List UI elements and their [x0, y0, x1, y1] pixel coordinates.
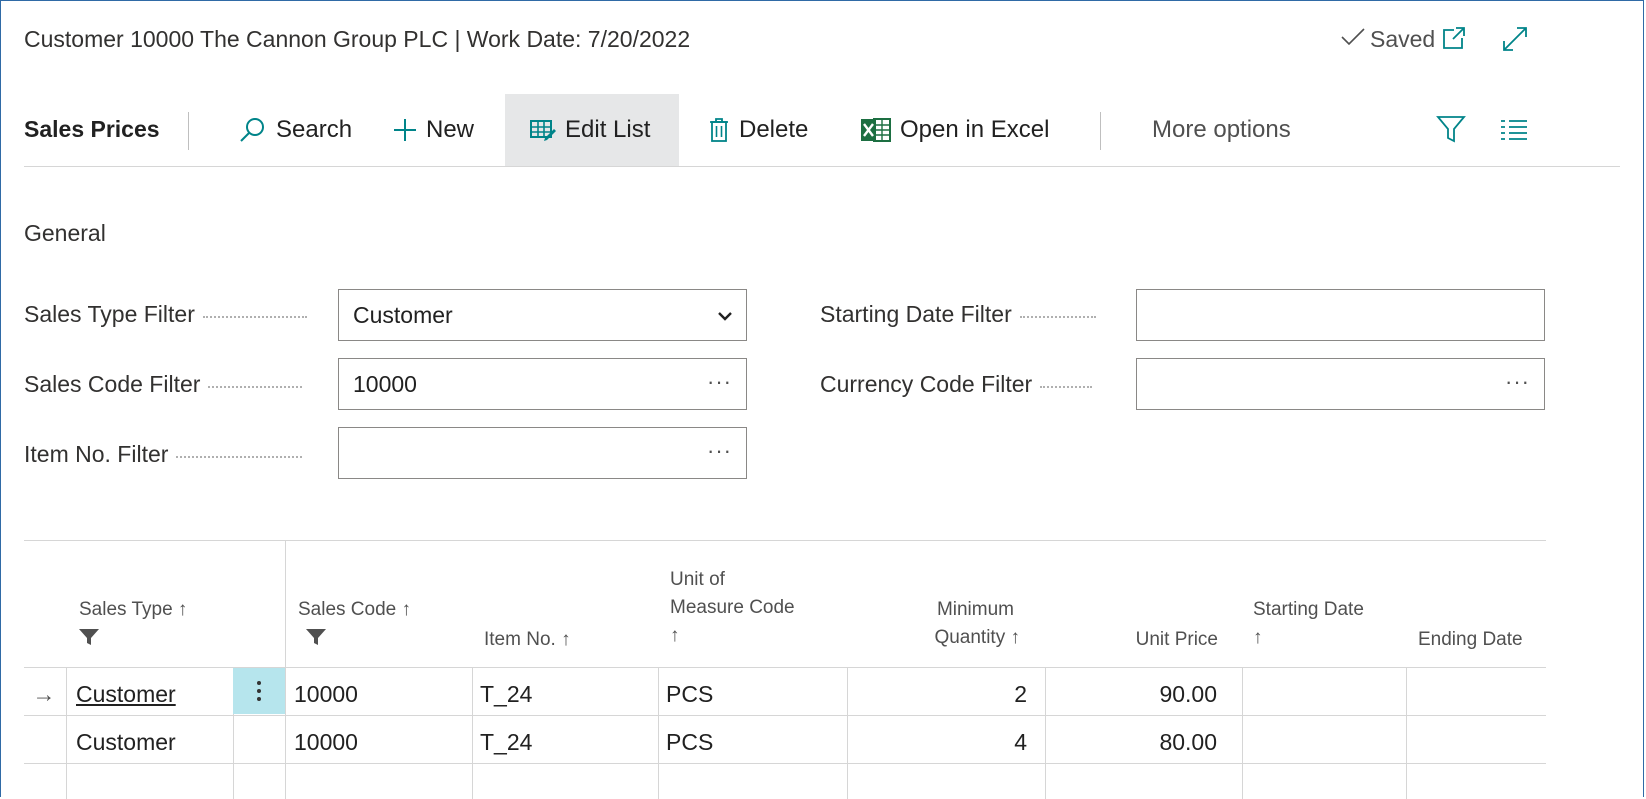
column-header-sales-code[interactable]: Sales Code ↑	[298, 596, 411, 645]
column-header-item-no[interactable]: Item No. ↑	[484, 626, 571, 654]
page-caption: Customer 10000 The Cannon Group PLC | Wo…	[24, 26, 691, 52]
cell-item-no[interactable]: T_24	[480, 668, 532, 716]
search-icon	[238, 115, 268, 145]
column-header-ending-date[interactable]: Ending Date	[1418, 626, 1523, 654]
sales-code-filter-label: Sales Code Filter	[24, 371, 303, 398]
action-bar-divider	[24, 166, 1620, 167]
open-in-excel-button[interactable]: Open in Excel	[860, 94, 1049, 166]
action-bar: Sales Prices Search New Edit List Delete…	[0, 94, 1620, 167]
cell-sales-code[interactable]: 10000	[294, 716, 358, 764]
column-filter-icon	[79, 626, 99, 654]
starting-date-filter-input[interactable]	[1136, 289, 1545, 341]
more-options-button[interactable]: More options	[1152, 116, 1291, 144]
item-no-filter-input[interactable]: ···	[338, 427, 747, 479]
saved-status: Saved	[1340, 26, 1435, 53]
column-header-sales-type[interactable]: Sales Type ↑	[79, 596, 187, 645]
plus-icon	[392, 117, 418, 143]
lookup-ellipsis-icon[interactable]: ···	[707, 369, 732, 395]
table-row[interactable]: → Customer 10000 T_24 PCS 2 90.00	[24, 668, 1546, 716]
cell-unit-price[interactable]: 80.00	[1045, 716, 1217, 764]
row-indicator	[24, 716, 64, 764]
cell-item-no[interactable]: T_24	[480, 716, 532, 764]
item-no-filter-label: Item No. Filter	[24, 441, 303, 468]
cell-unit-of-measure[interactable]: PCS	[666, 668, 713, 716]
divider	[1100, 112, 1101, 150]
cell-minimum-quantity[interactable]: 2	[847, 668, 1027, 716]
trash-icon	[707, 116, 731, 144]
sales-type-filter-select[interactable]: Customer	[338, 289, 747, 341]
saved-label: Saved	[1370, 26, 1436, 52]
column-filter-icon	[306, 626, 326, 654]
excel-icon	[860, 116, 892, 144]
cell-sales-code[interactable]: 10000	[294, 668, 358, 716]
checkmark-icon	[1340, 26, 1366, 53]
list-view-icon[interactable]	[1500, 118, 1528, 145]
expand-icon[interactable]	[1500, 24, 1530, 59]
sales-code-filter-input[interactable]: 10000 ···	[338, 358, 747, 410]
search-button[interactable]: Search	[238, 94, 352, 166]
column-header-starting-date[interactable]: Starting Date ↑	[1253, 596, 1364, 652]
cell-sales-type[interactable]: Customer	[76, 668, 176, 716]
cell-sales-type[interactable]: Customer	[76, 716, 176, 764]
column-header-minimum-quantity[interactable]: Minimum Quantity ↑	[900, 596, 1020, 652]
current-row-arrow-icon: →	[32, 681, 56, 707]
delete-button[interactable]: Delete	[707, 94, 808, 166]
page-name: Sales Prices	[24, 116, 160, 142]
lookup-ellipsis-icon[interactable]: ···	[707, 438, 732, 464]
edit-list-icon	[529, 118, 557, 142]
edit-list-button[interactable]: Edit List	[505, 94, 679, 166]
cell-minimum-quantity[interactable]: 4	[847, 716, 1027, 764]
lookup-ellipsis-icon[interactable]: ···	[1505, 369, 1530, 395]
open-new-window-icon[interactable]	[1440, 24, 1468, 57]
table-row[interactable]: Customer 10000 T_24 PCS 4 80.00	[24, 716, 1546, 764]
section-general-title: General	[24, 220, 106, 246]
new-button[interactable]: New	[392, 94, 474, 166]
currency-code-filter-label: Currency Code Filter	[820, 371, 1093, 398]
cell-unit-of-measure[interactable]: PCS	[666, 716, 713, 764]
chevron-down-icon	[716, 304, 734, 331]
cell-unit-price[interactable]: 90.00	[1045, 668, 1217, 716]
column-header-unit-price[interactable]: Unit Price	[1100, 626, 1218, 654]
currency-code-filter-input[interactable]: ···	[1136, 358, 1545, 410]
grid-top-border	[24, 540, 1546, 541]
sales-type-filter-label: Sales Type Filter	[24, 301, 307, 328]
filter-icon[interactable]	[1436, 114, 1466, 149]
divider	[188, 112, 189, 150]
column-header-unit-of-measure[interactable]: Unit of Measure Code ↑	[670, 566, 795, 650]
starting-date-filter-label: Starting Date Filter	[820, 301, 1096, 328]
